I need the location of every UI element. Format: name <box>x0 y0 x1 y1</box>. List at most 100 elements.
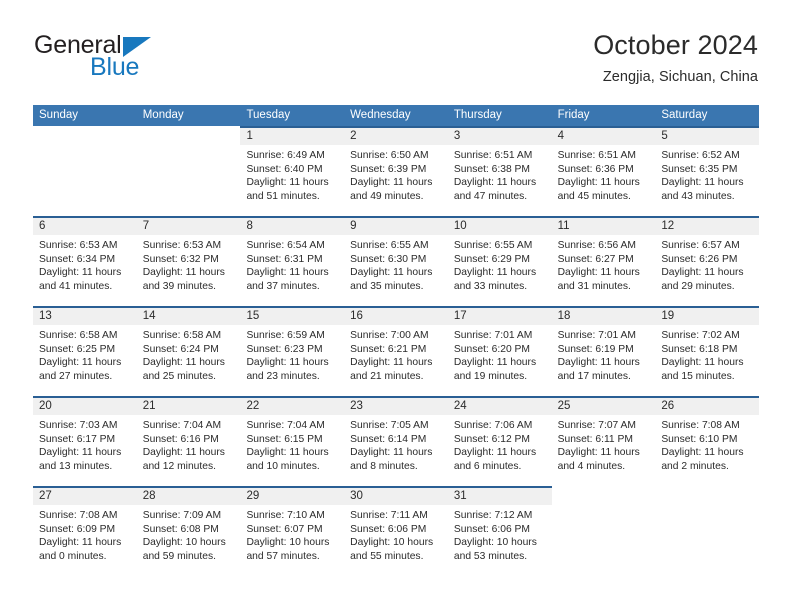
calendar-day-cell[interactable]: 11 Sunrise: 6:56 AM Sunset: 6:27 PM Dayligh… <box>551 216 656 306</box>
day-details: Sunrise: 6:58 AM Sunset: 6:25 PM Daylight:… <box>33 325 137 384</box>
sunset-text: Sunset: 6:31 PM <box>246 253 323 265</box>
sunrise-text: Sunrise: 7:06 AM <box>453 420 533 431</box>
calendar-day-cell[interactable]: 25 Sunrise: 7:07 AM Sunset: 6:11 PM Dayligh… <box>551 396 656 486</box>
daylight-text-cont: and 17 minutes. <box>557 371 631 383</box>
sunrise-text: Sunrise: 7:03 AM <box>39 420 118 431</box>
day-number: 9 <box>350 220 357 232</box>
day-number: 10 <box>453 220 467 232</box>
calendar-day-cell[interactable]: 20 Sunrise: 7:03 AM Sunset: 6:17 PM Dayligh… <box>33 396 137 486</box>
daylight-text-cont: and 19 minutes. <box>453 371 528 383</box>
weekday-header-friday: Friday <box>557 109 590 121</box>
daylight-text-cont: and 12 minutes. <box>142 461 216 473</box>
calendar-day-cell[interactable]: 4 Sunrise: 6:51 AM Sunset: 6:36 PM Daylight… <box>551 126 656 216</box>
calendar-day-cell[interactable]: 23 Sunrise: 7:05 AM Sunset: 6:14 PM Dayligh… <box>344 396 448 486</box>
calendar-day-cell[interactable]: 5 Sunrise: 6:52 AM Sunset: 6:35 PM Daylight… <box>655 126 760 216</box>
day-details: Sunrise: 7:01 AM Sunset: 6:19 PM Daylight:… <box>552 325 656 384</box>
calendar-day-cell[interactable]: 16 Sunrise: 7:00 AM Sunset: 6:21 PM Dayligh… <box>344 306 448 396</box>
sunset-text: Sunset: 6:26 PM <box>661 253 738 265</box>
day-number: 29 <box>246 490 260 502</box>
day-number-band <box>655 486 759 505</box>
day-number-band: 24 <box>447 396 552 415</box>
day-number-band: 30 <box>344 486 448 505</box>
calendar-day-cell[interactable]: 27 Sunrise: 7:08 AM Sunset: 6:09 PM Dayligh… <box>33 486 137 576</box>
calendar-week-row: 1 Sunrise: 6:49 AM Sunset: 6:40 PM Daylight… <box>33 126 760 216</box>
calendar-day-cell[interactable]: 13 Sunrise: 6:58 AM Sunset: 6:25 PM Dayligh… <box>33 306 137 396</box>
daylight-text: Daylight: 11 hours <box>661 357 744 369</box>
day-number-band: 21 <box>136 396 241 415</box>
day-number-band: 14 <box>136 306 241 325</box>
calendar-day-cell[interactable]: 10 Sunrise: 6:55 AM Sunset: 6:29 PM Dayligh… <box>447 216 552 306</box>
day-details: Sunrise: 7:10 AM Sunset: 6:07 PM Daylight:… <box>240 505 344 564</box>
sunset-text: Sunset: 6:15 PM <box>246 433 323 445</box>
calendar-day-cell[interactable]: 15 Sunrise: 6:59 AM Sunset: 6:23 PM Dayligh… <box>240 306 345 396</box>
calendar-day-cell[interactable]: 26 Sunrise: 7:08 AM Sunset: 6:10 PM Dayligh… <box>655 396 760 486</box>
day-number-band: 23 <box>344 396 448 415</box>
calendar-day-cell[interactable]: 28 Sunrise: 7:09 AM Sunset: 6:08 PM Dayligh… <box>136 486 241 576</box>
day-number: 30 <box>350 490 363 502</box>
calendar-day-cell[interactable]: 17 Sunrise: 7:01 AM Sunset: 6:20 PM Dayligh… <box>447 306 552 396</box>
day-details <box>33 145 137 149</box>
day-details: Sunrise: 6:49 AM Sunset: 6:40 PM Daylight:… <box>240 145 344 204</box>
sunrise-text: Sunrise: 7:00 AM <box>350 330 429 341</box>
calendar-day-cell[interactable]: 31 Sunrise: 7:12 AM Sunset: 6:06 PM Dayligh… <box>447 486 552 576</box>
sunset-text: Sunset: 6:07 PM <box>246 523 323 535</box>
calendar-day-cell[interactable]: 8 Sunrise: 6:54 AM Sunset: 6:31 PM Daylight… <box>240 216 345 306</box>
calendar-day-cell[interactable]: 14 Sunrise: 6:58 AM Sunset: 6:24 PM Dayligh… <box>136 306 241 396</box>
sunset-text: Sunset: 6:19 PM <box>557 343 634 355</box>
logo-text-blue: Blue <box>90 53 140 81</box>
generalblue-logo[interactable]: General Blue <box>34 32 274 88</box>
daylight-text-cont: and 8 minutes. <box>350 461 418 473</box>
day-number: 3 <box>453 130 461 142</box>
calendar-day-cell[interactable]: 18 Sunrise: 7:01 AM Sunset: 6:19 PM Dayligh… <box>551 306 656 396</box>
day-number: 24 <box>453 400 467 412</box>
daylight-text-cont: and 31 minutes. <box>557 281 631 293</box>
calendar-day-cell[interactable]: 6 Sunrise: 6:53 AM Sunset: 6:34 PM Daylight… <box>33 216 137 306</box>
sunset-text: Sunset: 6:30 PM <box>350 253 427 265</box>
daylight-text: Daylight: 11 hours <box>557 357 640 369</box>
day-details: Sunrise: 7:01 AM Sunset: 6:20 PM Daylight:… <box>448 325 552 384</box>
day-number-band <box>137 126 241 145</box>
calendar-day-cell[interactable]: 1 Sunrise: 6:49 AM Sunset: 6:40 PM Daylight… <box>240 126 345 216</box>
sunrise-text: Sunrise: 6:52 AM <box>661 150 740 161</box>
day-details: Sunrise: 7:08 AM Sunset: 6:09 PM Daylight:… <box>33 505 137 564</box>
calendar-day-cell[interactable]: 19 Sunrise: 7:02 AM Sunset: 6:18 PM Dayligh… <box>655 306 760 396</box>
calendar-empty-cell <box>136 126 241 216</box>
calendar-day-cell[interactable]: 30 Sunrise: 7:11 AM Sunset: 6:06 PM Dayligh… <box>344 486 448 576</box>
location-subtitle: Zengjia, Sichuan, China <box>602 69 758 85</box>
day-details: Sunrise: 6:54 AM Sunset: 6:31 PM Daylight:… <box>240 235 344 294</box>
calendar-day-cell[interactable]: 22 Sunrise: 7:04 AM Sunset: 6:15 PM Dayligh… <box>240 396 345 486</box>
daylight-text: Daylight: 11 hours <box>246 177 329 189</box>
sunrise-text: Sunrise: 6:59 AM <box>246 330 325 341</box>
calendar-day-cell[interactable]: 29 Sunrise: 7:10 AM Sunset: 6:07 PM Dayligh… <box>240 486 345 576</box>
day-number: 23 <box>350 400 363 412</box>
sunset-text: Sunset: 6:10 PM <box>661 433 738 445</box>
calendar-day-cell[interactable]: 3 Sunrise: 6:51 AM Sunset: 6:38 PM Daylight… <box>447 126 552 216</box>
daylight-text-cont: and 55 minutes. <box>350 551 424 563</box>
daylight-text-cont: and 39 minutes. <box>142 281 216 293</box>
day-number: 2 <box>350 130 357 142</box>
sunrise-text: Sunrise: 6:50 AM <box>350 150 429 161</box>
calendar-day-cell[interactable]: 24 Sunrise: 7:06 AM Sunset: 6:12 PM Dayligh… <box>447 396 552 486</box>
calendar-day-cell[interactable]: 7 Sunrise: 6:53 AM Sunset: 6:32 PM Daylight… <box>136 216 241 306</box>
calendar-day-cell[interactable]: 12 Sunrise: 6:57 AM Sunset: 6:26 PM Dayligh… <box>655 216 760 306</box>
daylight-text-cont: and 57 minutes. <box>246 551 320 563</box>
calendar-day-cell[interactable]: 9 Sunrise: 6:55 AM Sunset: 6:30 PM Daylight… <box>344 216 448 306</box>
day-number: 28 <box>142 490 156 502</box>
calendar-day-cell[interactable]: 21 Sunrise: 7:04 AM Sunset: 6:16 PM Dayligh… <box>136 396 241 486</box>
day-details: Sunrise: 6:56 AM Sunset: 6:27 PM Daylight:… <box>552 235 656 294</box>
daylight-text: Daylight: 11 hours <box>142 357 225 369</box>
daylight-text-cont: and 49 minutes. <box>350 191 424 203</box>
calendar-day-cell[interactable]: 2 Sunrise: 6:50 AM Sunset: 6:39 PM Daylight… <box>344 126 448 216</box>
day-details: Sunrise: 6:53 AM Sunset: 6:32 PM Daylight:… <box>137 235 241 294</box>
daylight-text-cont: and 37 minutes. <box>246 281 320 293</box>
day-number: 16 <box>350 310 363 322</box>
calendar-weeks: 1 Sunrise: 6:49 AM Sunset: 6:40 PM Daylight… <box>33 126 760 576</box>
daylight-text: Daylight: 11 hours <box>661 447 744 459</box>
day-number-band: 19 <box>655 306 760 325</box>
day-number: 17 <box>453 310 467 322</box>
daylight-text: Daylight: 10 hours <box>142 537 226 549</box>
sunrise-text: Sunrise: 6:53 AM <box>142 240 222 251</box>
weekday-header-wednesday: Wednesday <box>350 109 411 121</box>
daylight-text-cont: and 15 minutes. <box>661 371 735 383</box>
sunset-text: Sunset: 6:29 PM <box>453 253 531 265</box>
